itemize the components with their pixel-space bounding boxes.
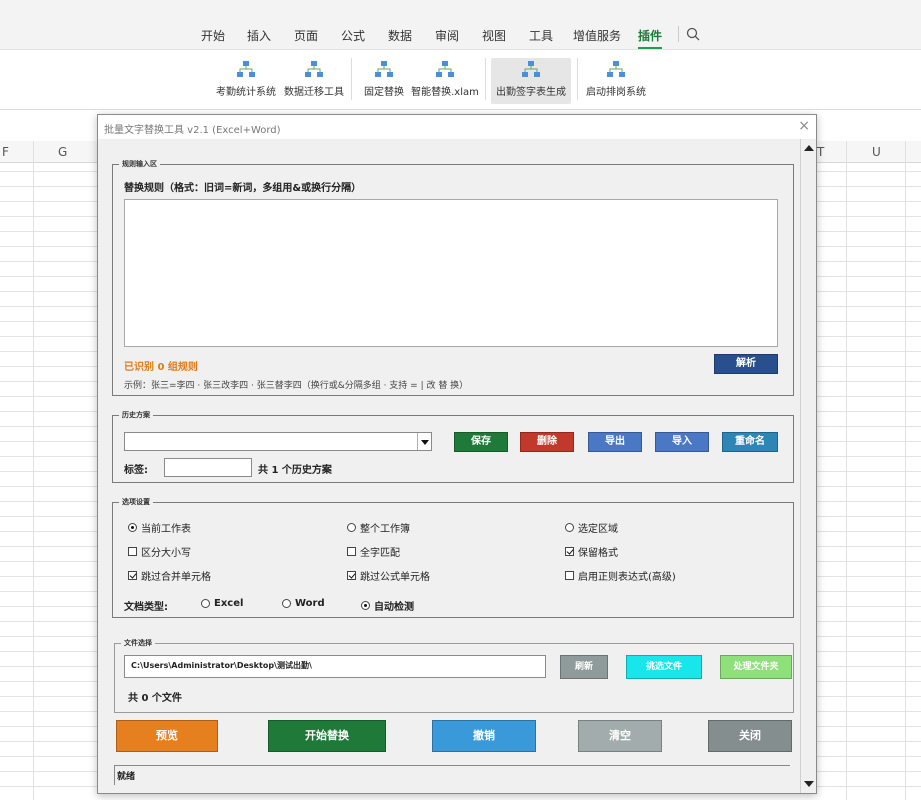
smart-replace-button[interactable]: 智能替换.xlam: [411, 58, 479, 104]
org-chart-icon: [305, 61, 323, 77]
rules-textarea[interactable]: [124, 199, 778, 347]
batch-replace-dialog: 批量文字替换工具 v2.1 (Excel+Word) × 规则输入区 替换规则（…: [97, 114, 817, 794]
case-sensitive-checkbox[interactable]: 区分大小写: [128, 544, 191, 559]
attendance-stats-button[interactable]: 考勤统计系统: [215, 58, 277, 104]
fixed-replace-button[interactable]: 固定替换: [362, 58, 406, 104]
status-text: 就绪: [117, 772, 136, 782]
ribbon-divider: [485, 58, 486, 100]
current-sheet-radio[interactable]: 当前工作表: [128, 520, 191, 535]
status-bar: 就绪: [114, 765, 790, 785]
regex-checkbox[interactable]: 启用正则表达式(高级): [565, 568, 676, 583]
tag-input[interactable]: [164, 458, 252, 477]
tag-label: 标签:: [124, 465, 148, 476]
column-gridline: [846, 141, 847, 800]
column-header[interactable]: F: [2, 145, 9, 159]
import-button[interactable]: 导入: [655, 432, 709, 452]
column-gridline: [33, 141, 34, 800]
shift-system-button[interactable]: 启动排岗系统: [584, 58, 648, 104]
tab-review[interactable]: 审阅: [435, 27, 459, 44]
select-files-button[interactable]: 挑选文件: [626, 655, 702, 679]
excel-radio[interactable]: Excel: [201, 598, 243, 609]
files-legend: 文件选择: [121, 638, 155, 648]
doc-type-label: 文档类型:: [124, 602, 168, 613]
auto-detect-radio[interactable]: 自动检测: [361, 598, 414, 613]
ribbon-tabs: 开始 插入 页面 公式 数据 审阅 视图 工具 增值服务 插件: [0, 20, 921, 50]
whole-match-checkbox[interactable]: 全字匹配: [347, 544, 400, 559]
org-chart-icon: [607, 61, 625, 77]
tab-plugins[interactable]: 插件: [638, 27, 663, 49]
column-header[interactable]: T: [817, 145, 824, 159]
process-folder-button[interactable]: 处理文件夹: [720, 655, 792, 679]
skip-formula-checkbox[interactable]: 跳过公式单元格: [347, 568, 430, 583]
close-icon[interactable]: ×: [798, 118, 810, 134]
search-icon[interactable]: [686, 27, 700, 41]
rules-legend: 规则输入区: [119, 159, 160, 169]
start-replace-button[interactable]: 开始替换: [268, 720, 386, 752]
window-titlebar: [0, 0, 921, 20]
ribbon-toolbar: 考勤统计系统 数据迁移工具 固定替换 智能替换.xlam 出勤签字表生成 启动排…: [0, 50, 921, 110]
save-button[interactable]: 保存: [454, 432, 508, 452]
tab-divider: [678, 26, 679, 42]
scroll-down-icon[interactable]: [804, 781, 814, 787]
data-migration-button[interactable]: 数据迁移工具: [283, 58, 345, 104]
column-header[interactable]: G: [58, 145, 67, 159]
history-count: 共 1 个历史方案: [258, 465, 332, 476]
path-input[interactable]: C:\Users\Administrator\Desktop\测试出勤\: [124, 655, 546, 678]
file-count: 共 0 个文件: [128, 693, 182, 704]
ribbon-divider: [577, 58, 578, 100]
refresh-button[interactable]: 刷新: [560, 655, 608, 679]
history-legend: 历史方案: [119, 410, 153, 420]
column-gridline: [905, 141, 906, 800]
parse-button[interactable]: 解析: [714, 354, 778, 374]
tab-data[interactable]: 数据: [388, 27, 412, 44]
preview-button[interactable]: 预览: [116, 720, 218, 752]
history-select[interactable]: [124, 432, 432, 451]
tab-view[interactable]: 视图: [482, 27, 506, 44]
recognized-count: 已识别 0 组规则: [124, 362, 198, 373]
tab-home[interactable]: 开始: [201, 27, 225, 44]
tab-tools[interactable]: 工具: [529, 27, 553, 44]
rules-heading: 替换规则（格式：旧词=新词，多组用&或换行分隔）: [124, 183, 362, 194]
keep-format-checkbox[interactable]: 保留格式: [565, 544, 618, 559]
tab-page[interactable]: 页面: [294, 27, 318, 44]
column-header[interactable]: U: [872, 145, 881, 159]
close-button[interactable]: 关闭: [708, 720, 792, 752]
tab-formula[interactable]: 公式: [341, 27, 365, 44]
tab-insert[interactable]: 插入: [247, 27, 271, 44]
chevron-down-icon[interactable]: [417, 433, 431, 450]
export-button[interactable]: 导出: [588, 432, 642, 452]
undo-button[interactable]: 撤销: [432, 720, 536, 752]
rename-button[interactable]: 重命名: [722, 432, 778, 452]
word-radio[interactable]: Word: [282, 598, 325, 609]
selection-radio[interactable]: 选定区域: [565, 520, 618, 535]
scroll-up-icon[interactable]: [804, 145, 814, 151]
org-chart-icon: [375, 61, 393, 77]
clear-button[interactable]: 清空: [578, 720, 662, 752]
tab-value-added[interactable]: 增值服务: [573, 27, 621, 44]
org-chart-icon: [436, 61, 454, 77]
attendance-sign-sheet-button[interactable]: 出勤签字表生成: [491, 58, 571, 104]
dialog-scrollbar[interactable]: [800, 139, 816, 793]
whole-workbook-radio[interactable]: 整个工作簿: [347, 520, 410, 535]
rules-example: 示例：张三=李四 · 张三改李四 · 张三替李四（换行或&分隔多组 · 支持 =…: [124, 381, 469, 391]
ribbon-divider: [351, 58, 352, 100]
delete-button[interactable]: 删除: [520, 432, 574, 452]
options-legend: 选项设置: [119, 497, 153, 507]
dialog-title: 批量文字替换工具 v2.1 (Excel+Word): [104, 125, 281, 136]
org-chart-icon: [237, 61, 255, 77]
skip-merged-checkbox[interactable]: 跳过合并单元格: [128, 568, 211, 583]
dialog-titlebar[interactable]: 批量文字替换工具 v2.1 (Excel+Word) ×: [98, 115, 816, 139]
org-chart-icon: [522, 61, 540, 77]
